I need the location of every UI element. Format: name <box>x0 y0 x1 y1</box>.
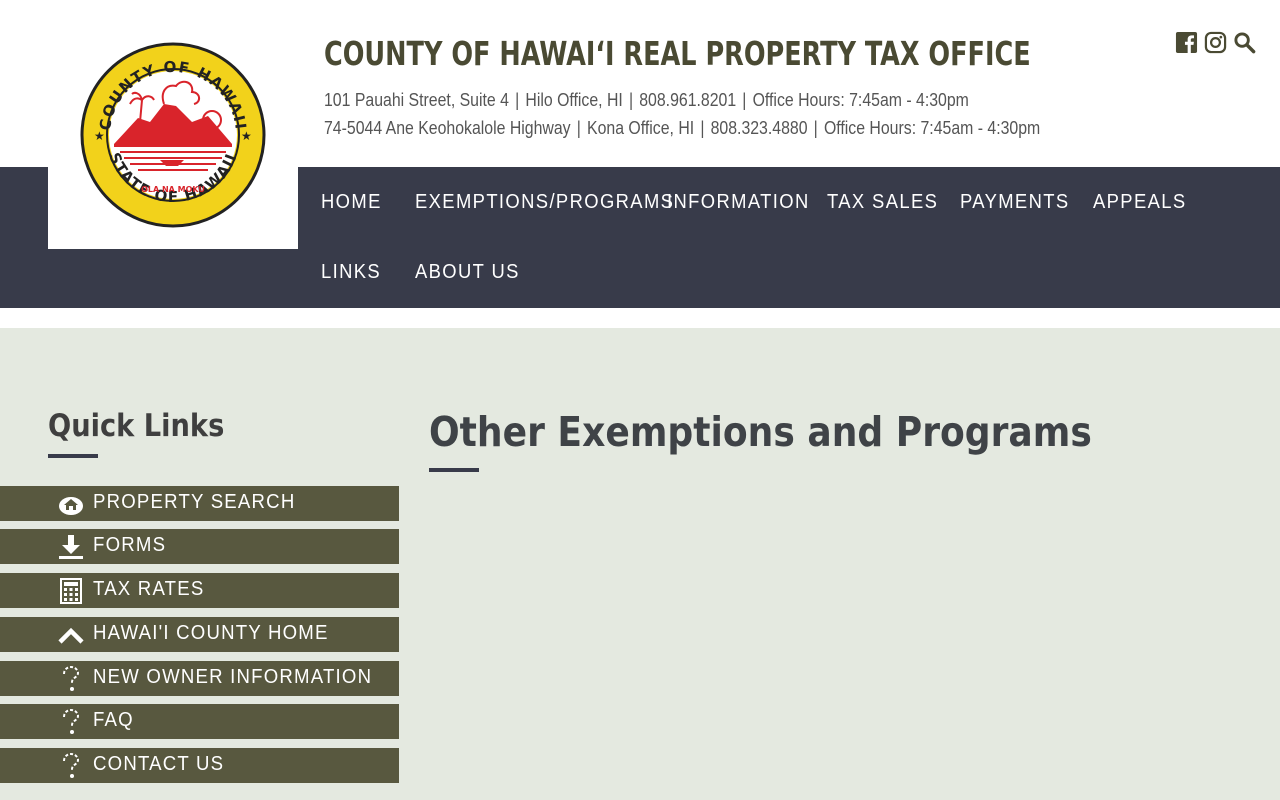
header-gap <box>0 308 1280 328</box>
quick-link-label: FORMS <box>93 534 167 556</box>
quick-link-label: PROPERTY SEARCH <box>93 491 296 513</box>
separator: | <box>628 90 634 110</box>
seal-motto: OLA NA MOKU <box>141 185 205 194</box>
download-icon <box>59 535 83 559</box>
property-search-icon <box>59 497 83 515</box>
question-icon <box>63 666 80 691</box>
hilo-address: 101 Pauahi Street, Suite 4 <box>324 90 509 110</box>
county-seal-icon: COUNTY OF HAWAII STATE OF HAWAII ★ ★ OLA… <box>80 42 266 228</box>
nav-appeals[interactable]: APPEALS <box>1093 191 1187 214</box>
nav-information[interactable]: INFORMATION <box>667 191 810 214</box>
hilo-office-info: 101 Pauahi Street, Suite 4 | Hilo Office, … <box>324 90 969 111</box>
separator: | <box>742 90 747 110</box>
kona-phone[interactable]: 808.323.4880 <box>711 118 808 138</box>
quick-link-property-search[interactable]: PROPERTY SEARCH <box>0 486 399 521</box>
kona-office-info: 74-5044 Ane Keohokalole Highway | Kona Off… <box>324 118 1040 139</box>
page-title-underline <box>429 468 479 472</box>
main-content: Quick Links PROPERTY SEARCH FORMS TAX RA <box>0 328 1280 800</box>
quick-link-contact-us[interactable]: CONTACT US <box>0 748 399 783</box>
svg-text:★: ★ <box>94 129 105 143</box>
quick-link-label: FAQ <box>93 709 134 731</box>
separator: | <box>576 118 581 138</box>
kona-address: 74-5044 Ane Keohokalole Highway <box>324 118 571 138</box>
nav-exemptions-programs[interactable]: EXEMPTIONS/PROGRAMS <box>415 191 674 214</box>
nav-links[interactable]: LINKS <box>321 261 381 284</box>
nav-home[interactable]: HOME <box>321 191 382 214</box>
hilo-hours: Office Hours: 7:45am - 4:30pm <box>752 90 969 110</box>
county-seal-logo[interactable]: COUNTY OF HAWAII STATE OF HAWAII ★ ★ OLA… <box>48 18 298 249</box>
question-icon <box>63 709 80 734</box>
nav-payments[interactable]: PAYMENTS <box>960 191 1070 214</box>
calculator-icon <box>60 578 82 604</box>
nav-about-us[interactable]: ABOUT US <box>415 261 520 284</box>
quick-link-faq[interactable]: FAQ <box>0 704 399 739</box>
quick-link-forms[interactable]: FORMS <box>0 529 399 564</box>
search-icon[interactable] <box>1233 31 1256 54</box>
quick-link-label: NEW OWNER INFORMATION <box>93 666 373 688</box>
hilo-office: Hilo Office, HI <box>525 90 623 110</box>
facebook-icon[interactable] <box>1175 31 1198 54</box>
site-title[interactable]: COUNTY OF HAWAIʻI REAL PROPERTY TAX OFFI… <box>324 34 1031 73</box>
instagram-icon[interactable] <box>1204 31 1227 54</box>
quick-links-underline <box>48 454 98 458</box>
quick-link-label: TAX RATES <box>93 578 205 600</box>
chevron-up-icon <box>58 627 84 644</box>
social-links <box>1175 31 1256 54</box>
quick-link-new-owner-information[interactable]: NEW OWNER INFORMATION <box>0 661 399 696</box>
quick-link-hawaii-county-home[interactable]: HAWAI'I COUNTY HOME <box>0 617 399 652</box>
separator: | <box>515 90 520 110</box>
quick-links-title: Quick Links <box>48 408 225 444</box>
kona-office: Kona Office, HI <box>587 118 695 138</box>
page-title: Other Exemptions and Programs <box>429 408 1092 456</box>
quick-link-label: HAWAI'I COUNTY HOME <box>93 622 329 644</box>
nav-tax-sales[interactable]: TAX SALES <box>827 191 938 214</box>
separator: | <box>813 118 818 138</box>
hilo-phone[interactable]: 808.961.8201 <box>639 90 736 110</box>
kona-hours: Office Hours: 7:45am - 4:30pm <box>823 118 1041 138</box>
quick-link-label: CONTACT US <box>93 753 225 775</box>
svg-text:★: ★ <box>241 129 252 143</box>
quick-link-tax-rates[interactable]: TAX RATES <box>0 573 399 608</box>
separator: | <box>700 118 705 138</box>
question-icon <box>63 753 80 778</box>
